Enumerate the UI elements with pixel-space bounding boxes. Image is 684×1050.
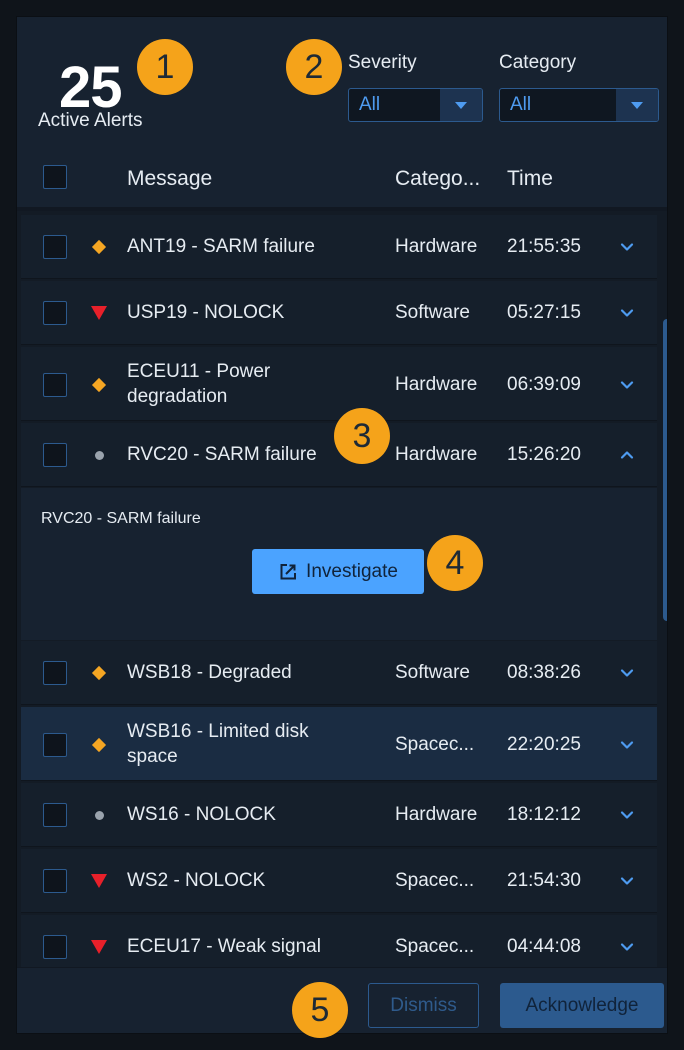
category-filter-select[interactable]: All <box>499 88 659 122</box>
severity-critical-icon <box>91 873 107 889</box>
alert-time: 06:39:09 <box>507 374 581 395</box>
annotation-badge-1: 1 <box>137 39 193 95</box>
alert-row[interactable]: ECEU17 - Weak signal Spacec... 04:44:08 <box>21 915 657 967</box>
alert-row[interactable]: WS16 - NOLOCK Hardware 18:12:12 <box>21 783 657 847</box>
column-header-category[interactable]: Catego... <box>395 167 480 191</box>
chevron-down-icon[interactable] <box>619 239 635 255</box>
row-checkbox[interactable] <box>43 235 67 259</box>
chevron-down-icon[interactable] <box>619 665 635 681</box>
alert-row[interactable]: WSB18 - Degraded Software 08:38:26 <box>21 641 657 705</box>
severity-serious-icon <box>91 377 107 393</box>
list-scrollbar[interactable] <box>659 211 667 967</box>
chevron-down-icon[interactable] <box>619 939 635 955</box>
alert-time: 15:26:20 <box>507 444 581 465</box>
alert-category: Hardware <box>395 236 478 257</box>
alert-category: Hardware <box>395 444 478 465</box>
alert-time: 21:54:30 <box>507 870 581 891</box>
severity-critical-icon <box>91 939 107 955</box>
alert-message: ECEU17 - Weak signal <box>127 936 321 957</box>
row-checkbox[interactable] <box>43 803 67 827</box>
alert-time: 04:44:08 <box>507 936 581 957</box>
severity-serious-icon <box>91 665 107 681</box>
alert-time: 05:27:15 <box>507 302 581 323</box>
row-checkbox[interactable] <box>43 373 67 397</box>
select-all-checkbox[interactable] <box>43 165 67 189</box>
alert-message: USP19 - NOLOCK <box>127 302 285 323</box>
annotation-badge-3: 3 <box>334 408 390 464</box>
alert-category: Software <box>395 302 470 323</box>
alert-category: Hardware <box>395 804 478 825</box>
severity-filter-label: Severity <box>348 52 417 73</box>
severity-filter-value: All <box>359 94 381 115</box>
alert-message: WSB16 - Limited disk space <box>127 721 309 767</box>
caret-down-icon <box>616 89 658 121</box>
active-alerts-label: Active Alerts <box>38 110 143 131</box>
alert-time: 18:12:12 <box>507 804 581 825</box>
alert-category: Spacec... <box>395 936 475 957</box>
alert-message: RVC20 - SARM failure <box>127 444 317 465</box>
severity-critical-icon <box>91 305 107 321</box>
alert-row[interactable]: ANT19 - SARM failure Hardware 21:55:35 <box>21 215 657 279</box>
category-filter-value: All <box>510 94 532 115</box>
chevron-down-icon[interactable] <box>619 737 635 753</box>
severity-serious-icon <box>91 239 107 255</box>
alert-category: Spacec... <box>395 870 475 891</box>
alert-message: ECEU11 - Power degradation <box>127 361 271 407</box>
alert-message: WS2 - NOLOCK <box>127 870 266 891</box>
severity-normal-icon <box>91 807 107 823</box>
alert-row[interactable]: USP19 - NOLOCK Software 05:27:15 <box>21 281 657 345</box>
severity-serious-icon <box>91 737 107 753</box>
row-checkbox[interactable] <box>43 301 67 325</box>
active-alert-count: 25 <box>59 55 123 120</box>
alert-message: WSB18 - Degraded <box>127 662 292 683</box>
annotation-badge-5: 5 <box>292 982 348 1038</box>
chevron-down-icon[interactable] <box>619 377 635 393</box>
alert-detail-text: RVC20 - SARM failure <box>41 510 201 527</box>
row-checkbox[interactable] <box>43 443 67 467</box>
acknowledge-button[interactable]: Acknowledge <box>500 983 664 1028</box>
annotation-badge-4: 4 <box>427 535 483 591</box>
alert-category: Software <box>395 662 470 683</box>
investigate-label: Investigate <box>306 560 398 582</box>
alert-message: ANT19 - SARM failure <box>127 236 315 257</box>
chevron-down-icon[interactable] <box>619 873 635 889</box>
column-header-message[interactable]: Message <box>127 167 212 191</box>
table-header: Message Catego... Time <box>17 151 667 211</box>
row-checkbox[interactable] <box>43 661 67 685</box>
alerts-panel: 25 Active Alerts Severity All Category A… <box>16 16 668 1034</box>
row-checkbox[interactable] <box>43 869 67 893</box>
chevron-down-icon[interactable] <box>619 305 635 321</box>
annotation-badge-2: 2 <box>286 39 342 95</box>
alert-time: 08:38:26 <box>507 662 581 683</box>
scrollbar-thumb[interactable] <box>663 319 667 621</box>
severity-normal-icon <box>91 447 107 463</box>
chevron-up-icon[interactable] <box>619 447 635 463</box>
caret-down-icon <box>440 89 482 121</box>
category-filter-label: Category <box>499 52 577 73</box>
alert-time: 21:55:35 <box>507 236 581 257</box>
row-checkbox[interactable] <box>43 733 67 757</box>
severity-filter-select[interactable]: All <box>348 88 483 122</box>
external-link-icon <box>280 563 297 579</box>
alert-time: 22:20:25 <box>507 734 581 755</box>
row-checkbox[interactable] <box>43 935 67 959</box>
alert-row-highlighted[interactable]: WSB16 - Limited disk space Spacec... 22:… <box>21 707 657 781</box>
alert-category: Spacec... <box>395 734 475 755</box>
alert-list: ANT19 - SARM failure Hardware 21:55:35 U… <box>17 211 667 967</box>
dismiss-button[interactable]: Dismiss <box>368 983 479 1028</box>
alert-detail-panel: RVC20 - SARM failure Investigate <box>21 488 657 640</box>
investigate-button[interactable]: Investigate <box>252 549 424 594</box>
alert-row[interactable]: WS2 - NOLOCK Spacec... 21:54:30 <box>21 849 657 913</box>
chevron-down-icon[interactable] <box>619 807 635 823</box>
alert-category: Hardware <box>395 374 478 395</box>
alert-row[interactable]: ECEU11 - Power degradation Hardware 06:3… <box>21 347 657 421</box>
column-header-time[interactable]: Time <box>507 167 553 191</box>
alert-message: WS16 - NOLOCK <box>127 804 276 825</box>
